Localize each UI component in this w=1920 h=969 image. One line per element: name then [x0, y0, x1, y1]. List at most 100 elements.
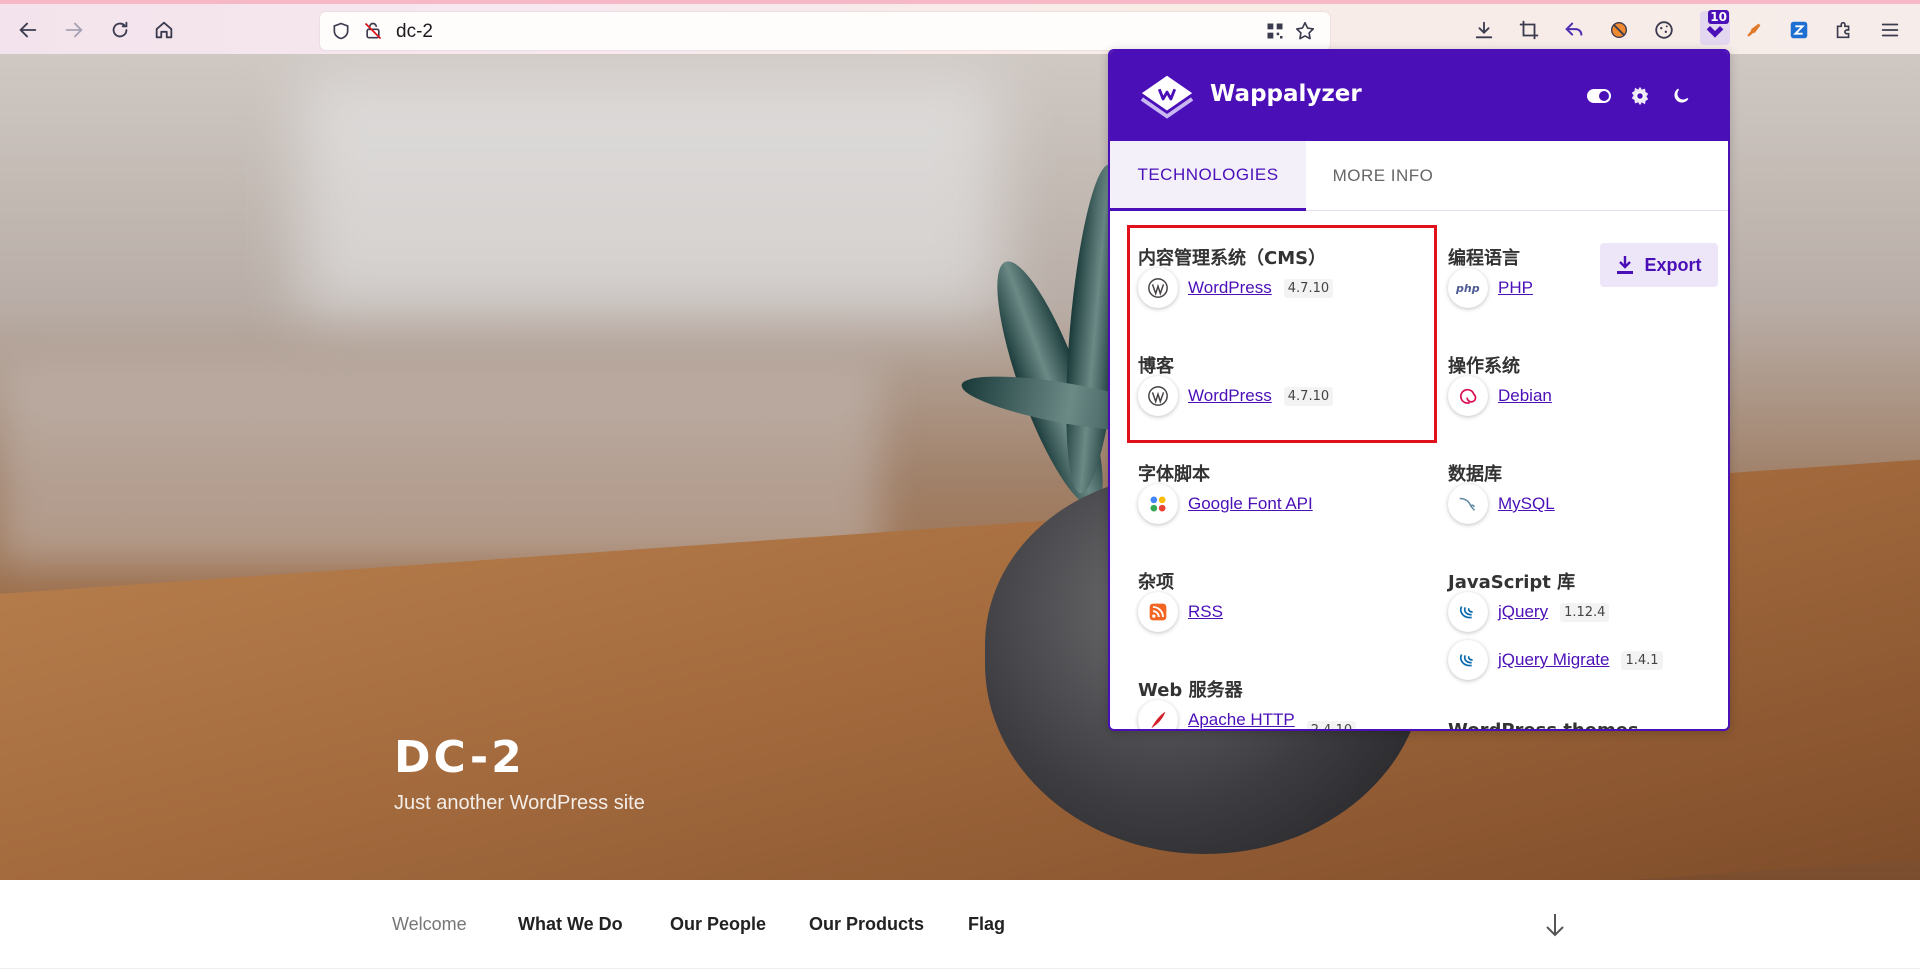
hackbar-extension-button[interactable]: [1738, 14, 1770, 46]
tech-item[interactable]: jQuery Migrate 1.4.1: [1448, 640, 1663, 680]
reload-button[interactable]: [104, 14, 136, 46]
technologies-list: 内容管理系统（CMS） WordPress 4.7.10 博客 WordPres…: [1110, 212, 1728, 731]
arrow-down-icon[interactable]: [1544, 912, 1566, 938]
site-navigation: Welcome What We Do Our People Our Produc…: [0, 880, 1920, 969]
back-button[interactable]: [12, 14, 44, 46]
jquery-icon: [1448, 592, 1488, 632]
menu-button[interactable]: [1874, 14, 1906, 46]
nav-item-flag[interactable]: Flag: [968, 914, 1005, 935]
rss-icon: [1138, 592, 1178, 632]
puzzle-icon: [1836, 21, 1850, 39]
tech-item[interactable]: WordPress 4.7.10: [1138, 268, 1334, 308]
tech-name[interactable]: WordPress: [1188, 386, 1272, 406]
category-operating-systems: 操作系统: [1448, 356, 1520, 377]
downloads-button[interactable]: [1468, 14, 1500, 46]
tech-item[interactable]: jQuery 1.12.4: [1448, 592, 1610, 632]
hamburger-icon: [1881, 23, 1899, 37]
blocked-circle-icon: [1610, 21, 1628, 39]
mysql-dolphin-icon: [1448, 484, 1488, 524]
tab-technologies[interactable]: TECHNOLOGIES: [1110, 141, 1306, 211]
site-description: Just another WordPress site: [394, 792, 645, 814]
tech-name[interactable]: jQuery Migrate: [1498, 650, 1609, 670]
category-wordpress-themes: WordPress themes: [1448, 720, 1639, 731]
undo-extension-button[interactable]: [1558, 14, 1590, 46]
arrow-right-icon: [65, 22, 83, 38]
category-blog: 博客: [1138, 356, 1174, 377]
category-javascript-libraries: JavaScript 库: [1448, 572, 1576, 593]
browser-toolbar: dc-2 10: [0, 0, 1920, 54]
tech-version: 4.7.10: [1283, 278, 1334, 298]
tech-name[interactable]: Apache HTTP: [1188, 710, 1295, 729]
tech-name[interactable]: RSS: [1188, 602, 1223, 622]
wappalyzer-brand: Wappalyzer: [1210, 81, 1362, 107]
nav-item-our-products[interactable]: Our Products: [809, 914, 924, 935]
blocker-extension-button[interactable]: [1603, 14, 1635, 46]
tech-name[interactable]: Debian: [1498, 386, 1552, 406]
category-programming-languages: 编程语言: [1448, 248, 1520, 269]
url-text[interactable]: dc-2: [396, 21, 433, 43]
download-icon: [1475, 21, 1493, 39]
qr-code-icon[interactable]: [1264, 20, 1286, 42]
tech-version: 1.4.1: [1621, 650, 1663, 670]
tech-item[interactable]: WordPress 4.7.10: [1138, 376, 1334, 416]
wappalyzer-header: Wappalyzer: [1110, 51, 1728, 141]
tech-item[interactable]: RSS: [1138, 592, 1223, 632]
nav-item-welcome[interactable]: Welcome: [392, 914, 467, 935]
google-fonts-icon: [1138, 484, 1178, 524]
php-icon: php: [1448, 268, 1488, 308]
background-shelf: [0, 364, 880, 564]
zotero-extension-button[interactable]: [1783, 14, 1815, 46]
category-web-server: Web 服务器: [1138, 680, 1243, 701]
extensions-button[interactable]: [1828, 14, 1860, 46]
wordpress-icon: [1138, 268, 1178, 308]
crop-icon: [1519, 20, 1539, 40]
settings-gear-icon[interactable]: [1627, 83, 1653, 109]
tech-item[interactable]: php PHP: [1448, 268, 1533, 308]
shield-icon[interactable]: [330, 20, 352, 42]
z-logo-icon: [1790, 21, 1808, 39]
toggle-icon[interactable]: [1586, 83, 1612, 109]
dark-mode-moon-icon[interactable]: [1668, 83, 1694, 109]
insecure-lock-icon[interactable]: [362, 20, 384, 42]
tech-item[interactable]: Apache HTTP 2.4.10: [1138, 700, 1357, 729]
tech-name[interactable]: Google Font API: [1188, 494, 1313, 514]
tech-version: 2.4.10: [1306, 720, 1357, 729]
tech-name[interactable]: MySQL: [1498, 494, 1555, 514]
home-icon: [155, 21, 173, 39]
wappalyzer-extension-button[interactable]: 10: [1700, 10, 1730, 45]
tech-item[interactable]: Debian: [1448, 376, 1552, 416]
bookmark-star-icon[interactable]: [1294, 20, 1316, 42]
wappalyzer-logo-icon: [1140, 75, 1194, 119]
background-window: [300, 74, 1000, 314]
wappalyzer-icon: [1706, 26, 1724, 38]
arrow-left-icon: [19, 22, 37, 38]
tech-item[interactable]: Google Font API: [1138, 484, 1313, 524]
tech-version: 1.12.4: [1560, 602, 1610, 622]
home-button[interactable]: [148, 14, 180, 46]
extension-badge-count: 10: [1708, 10, 1729, 24]
svg-text:php: php: [1455, 282, 1480, 295]
wappalyzer-popup: Wappalyzer TECHNOLOGIES MORE INFO Export…: [1108, 49, 1730, 731]
wappalyzer-tabs: TECHNOLOGIES MORE INFO Export: [1110, 141, 1728, 287]
jquery-icon: [1448, 640, 1488, 680]
nav-item-what-we-do[interactable]: What We Do: [518, 914, 623, 935]
cookie-extension-button[interactable]: [1648, 14, 1680, 46]
nav-item-our-people[interactable]: Our People: [670, 914, 766, 935]
reload-icon: [112, 21, 128, 38]
tech-name[interactable]: jQuery: [1498, 602, 1548, 622]
category-misc: 杂项: [1138, 572, 1174, 593]
tech-name[interactable]: WordPress: [1188, 278, 1272, 298]
tab-more-info[interactable]: MORE INFO: [1306, 141, 1460, 211]
screenshot-crop-button[interactable]: [1513, 14, 1545, 46]
tech-item[interactable]: MySQL: [1448, 484, 1555, 524]
reply-arrow-icon: [1565, 22, 1583, 36]
tech-name[interactable]: PHP: [1498, 278, 1533, 298]
debian-swirl-icon: [1448, 376, 1488, 416]
forward-button[interactable]: [58, 14, 90, 46]
address-bar[interactable]: dc-2: [320, 12, 1330, 50]
category-databases: 数据库: [1448, 464, 1502, 485]
site-title[interactable]: DC-2: [394, 732, 525, 783]
category-font-scripts: 字体脚本: [1138, 464, 1210, 485]
tech-version: 4.7.10: [1283, 386, 1334, 406]
brush-icon: [1747, 23, 1761, 37]
